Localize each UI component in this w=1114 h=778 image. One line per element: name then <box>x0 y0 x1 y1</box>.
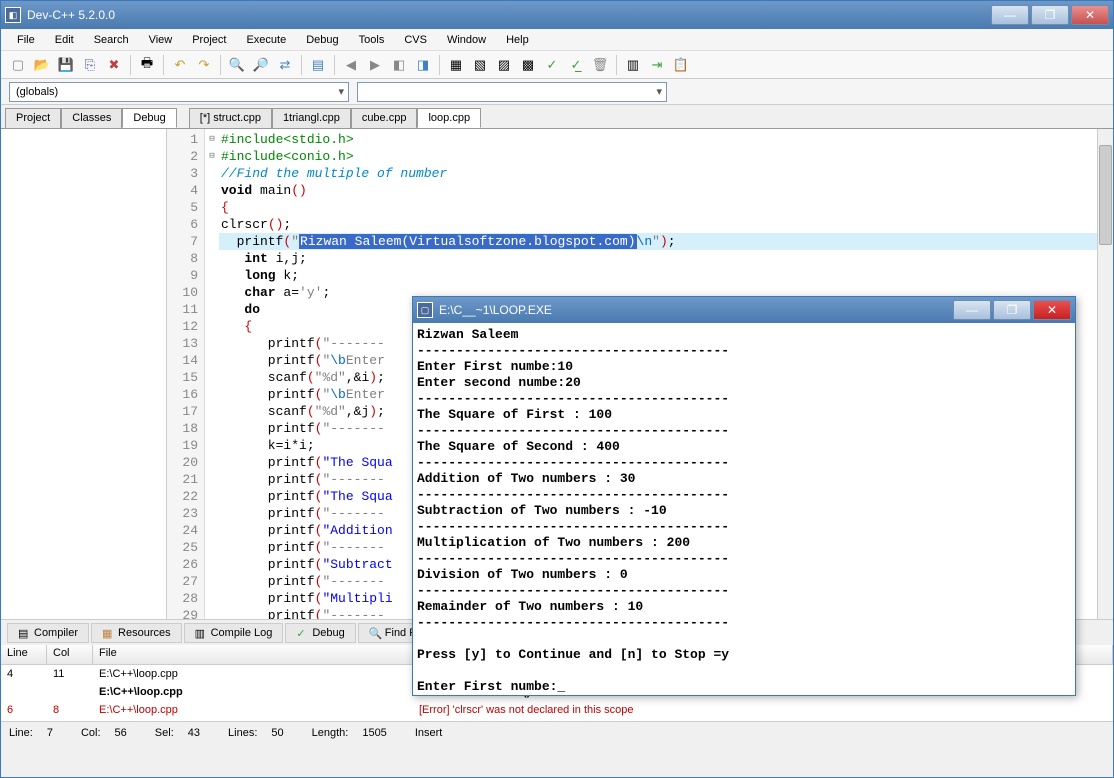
toggle-bookmark-icon[interactable]: ◧ <box>388 54 410 76</box>
file-tab-cube[interactable]: cube.cpp <box>351 108 418 128</box>
menu-window[interactable]: Window <box>439 32 494 48</box>
fold-column[interactable]: ⊟⊟ <box>205 129 219 165</box>
profile-icon[interactable]: ✓̲ <box>565 54 587 76</box>
menu-view[interactable]: View <box>141 32 181 48</box>
undo-icon[interactable]: ↶ <box>169 54 191 76</box>
sb-lines-value: 50 <box>271 727 283 739</box>
btab-resources[interactable]: ▦Resources <box>91 623 182 643</box>
col-col[interactable]: Col <box>47 645 93 664</box>
save-icon[interactable]: 💾 <box>55 54 77 76</box>
menu-edit[interactable]: Edit <box>47 32 82 48</box>
sb-length-value: 1505 <box>362 727 386 739</box>
sb-col-label: Col: <box>81 727 101 739</box>
combo-row: (globals) <box>1 79 1113 105</box>
line-gutter: 1234567891011121314151617181920212223242… <box>167 129 205 619</box>
find-tab-icon: 🔍 <box>369 627 381 639</box>
scrollbar-thumb[interactable] <box>1099 145 1112 245</box>
minimize-button[interactable]: — <box>991 5 1029 25</box>
add-file-icon[interactable]: ⇥ <box>646 54 668 76</box>
log-icon: ▥ <box>195 627 207 639</box>
console-output[interactable]: Rizwan Saleem --------------------------… <box>413 323 1075 695</box>
trash-icon[interactable]: 🗑 <box>589 54 611 76</box>
close-button[interactable]: ✕ <box>1071 5 1109 25</box>
replace-icon[interactable]: 🔎 <box>250 54 272 76</box>
menu-tools[interactable]: Tools <box>351 32 393 48</box>
redo-icon[interactable]: ↷ <box>193 54 215 76</box>
console-close-button[interactable]: ✕ <box>1033 300 1071 320</box>
print-icon[interactable]: 🖶 <box>136 54 158 76</box>
debug-tab-icon: ✓ <box>296 627 308 639</box>
vertical-scrollbar[interactable] <box>1097 129 1113 619</box>
console-icon: ▢ <box>417 302 433 318</box>
window-title: Dev-C++ 5.2.0.0 <box>27 8 991 22</box>
console-minimize-button[interactable]: — <box>953 300 991 320</box>
remove-file-icon[interactable]: 📋 <box>670 54 692 76</box>
btab-compilelog[interactable]: ▥Compile Log <box>184 623 284 643</box>
statusbar: Line: 7 Col: 56 Sel: 43 Lines: 50 Length: 150… <box>1 721 1113 743</box>
console-window[interactable]: ▢ E:\C__~1\LOOP.EXE — ❐ ✕ Rizwan Saleem … <box>412 296 1076 696</box>
step-forward-icon[interactable]: ▶ <box>364 54 386 76</box>
scope-combo[interactable]: (globals) <box>9 82 349 102</box>
save-all-icon[interactable]: ⎘ <box>79 54 101 76</box>
file-tab-struct[interactable]: [*] struct.cpp <box>189 108 272 128</box>
new-project-icon[interactable]: ▥ <box>622 54 644 76</box>
menubar: File Edit Search View Project Execute De… <box>1 29 1113 51</box>
col-file[interactable]: File <box>93 645 413 664</box>
run-icon[interactable]: ▧ <box>469 54 491 76</box>
menu-help[interactable]: Help <box>498 32 537 48</box>
console-title: E:\C__~1\LOOP.EXE <box>439 303 953 317</box>
tabs-row: Project Classes Debug [*] struct.cpp 1tr… <box>1 105 1113 129</box>
menu-search[interactable]: Search <box>86 32 137 48</box>
menu-debug[interactable]: Debug <box>298 32 346 48</box>
sb-line-label: Line: <box>9 727 33 739</box>
step-back-icon[interactable]: ◀ <box>340 54 362 76</box>
sb-sel-label: Sel: <box>155 727 174 739</box>
sb-sel-value: 43 <box>188 727 200 739</box>
resources-icon: ▦ <box>102 627 114 639</box>
compile-run-icon[interactable]: ▨ <box>493 54 515 76</box>
tab-debug[interactable]: Debug <box>122 108 176 128</box>
menu-file[interactable]: File <box>9 32 43 48</box>
file-tab-triangl[interactable]: 1triangl.cpp <box>272 108 351 128</box>
sb-length-label: Length: <box>312 727 349 739</box>
console-titlebar[interactable]: ▢ E:\C__~1\LOOP.EXE — ❐ ✕ <box>413 297 1075 323</box>
console-maximize-button[interactable]: ❐ <box>993 300 1031 320</box>
tab-classes[interactable]: Classes <box>61 108 122 128</box>
compile-icon[interactable]: ▦ <box>445 54 467 76</box>
find-icon[interactable]: 🔍 <box>226 54 248 76</box>
new-file-icon[interactable]: ▢ <box>7 54 29 76</box>
menu-cvs[interactable]: CVS <box>396 32 435 48</box>
maximize-button[interactable]: ❐ <box>1031 5 1069 25</box>
btab-debug[interactable]: ✓Debug <box>285 623 355 643</box>
titlebar[interactable]: ◧ Dev-C++ 5.2.0.0 — ❐ ✕ <box>1 1 1113 29</box>
menu-execute[interactable]: Execute <box>238 32 294 48</box>
menu-project[interactable]: Project <box>184 32 234 48</box>
file-tab-loop[interactable]: loop.cpp <box>417 108 481 128</box>
goto-bookmark-icon[interactable]: ◨ <box>412 54 434 76</box>
close-file-icon[interactable]: ✖ <box>103 54 125 76</box>
left-panel[interactable] <box>1 129 167 619</box>
debug-icon[interactable]: ✓ <box>541 54 563 76</box>
sb-col-value: 56 <box>115 727 127 739</box>
rebuild-icon[interactable]: ▩ <box>517 54 539 76</box>
output-row[interactable]: 68E:\C++\loop.cpp[Error] 'clrscr' was no… <box>1 701 1113 719</box>
member-combo[interactable] <box>357 82 667 102</box>
goto-icon[interactable]: ▤ <box>307 54 329 76</box>
btab-compiler[interactable]: ▤Compiler <box>7 623 89 643</box>
find-again-icon[interactable]: ⇄ <box>274 54 296 76</box>
col-line[interactable]: Line <box>1 645 47 664</box>
toolbar: ▢ 📂 💾 ⎘ ✖ 🖶 ↶ ↷ 🔍 🔎 ⇄ ▤ ◀ ▶ ◧ ◨ ▦ ▧ ▨ ▩ … <box>1 51 1113 79</box>
sb-mode: Insert <box>415 727 443 739</box>
open-icon[interactable]: 📂 <box>31 54 53 76</box>
compiler-icon: ▤ <box>18 627 30 639</box>
sb-line-value: 7 <box>47 727 53 739</box>
sb-lines-label: Lines: <box>228 727 257 739</box>
app-icon: ◧ <box>5 7 21 23</box>
tab-project[interactable]: Project <box>5 108 61 128</box>
